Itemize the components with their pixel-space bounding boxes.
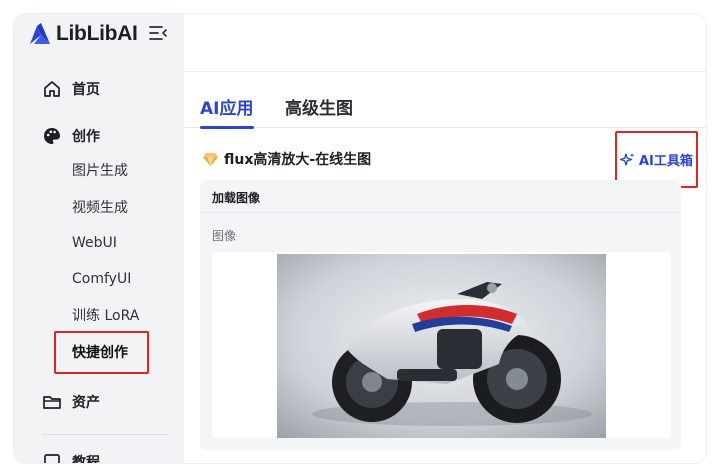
book-icon: [44, 454, 60, 463]
palette-icon: [44, 128, 60, 144]
logo[interactable]: LibLibAI: [28, 21, 138, 47]
nav-home[interactable]: 首页: [14, 73, 184, 105]
motorcycle-image: [277, 254, 606, 438]
sub-item-video-gen[interactable]: 视频生成: [72, 193, 128, 221]
nav-create[interactable]: 创作: [14, 120, 184, 152]
nav-assets[interactable]: 资产: [14, 386, 184, 418]
image-upload-area[interactable]: [212, 252, 671, 438]
nav-tutorial[interactable]: 教程: [14, 446, 184, 463]
sub-item-train-lora[interactable]: 训练 LoRA: [72, 301, 139, 329]
tool-title: flux高清放大-在线生图: [224, 152, 372, 168]
sub-item-image-gen[interactable]: 图片生成: [72, 156, 128, 184]
app-window: LibLibAI 首页 创作 图片生成 视频生成 WebUI ComfyUI 训…: [14, 14, 706, 463]
brand-name: LibLibAI: [56, 22, 138, 45]
nav-assets-label: 资产: [72, 395, 100, 411]
main-panel: AI应用 高级生图 flux高清放大-在线生图 AI工具箱 加载图像 图像: [184, 14, 706, 463]
nav-tutorial-label: 教程: [72, 455, 100, 463]
nav-create-label: 创作: [72, 129, 100, 145]
diamond-icon: [203, 152, 218, 166]
load-image-card: 加载图像 图像: [200, 180, 681, 450]
tab-bar: [184, 72, 706, 128]
folder-icon: [43, 396, 61, 409]
highlight-box-quick-create: [54, 331, 149, 374]
sub-item-comfyui[interactable]: ComfyUI: [72, 265, 131, 293]
sidebar: LibLibAI 首页 创作 图片生成 视频生成 WebUI ComfyUI 训…: [14, 14, 184, 463]
sub-item-webui[interactable]: WebUI: [72, 229, 117, 257]
card-header: 加载图像: [200, 180, 681, 213]
tab-advanced-gen[interactable]: 高级生图: [285, 94, 353, 119]
active-tab-indicator: [200, 126, 254, 129]
tab-ai-apps[interactable]: AI应用: [200, 94, 253, 119]
tool-title-row: flux高清放大-在线生图: [202, 148, 371, 170]
card-title: 加载图像: [212, 191, 261, 205]
top-bar: [184, 14, 706, 72]
collapse-sidebar-icon[interactable]: [148, 24, 168, 42]
image-field-label: 图像: [212, 229, 237, 243]
nav-home-label: 首页: [72, 82, 100, 98]
liblib-logo-icon: [30, 23, 50, 44]
sidebar-divider: [42, 434, 168, 435]
home-icon: [44, 81, 60, 97]
